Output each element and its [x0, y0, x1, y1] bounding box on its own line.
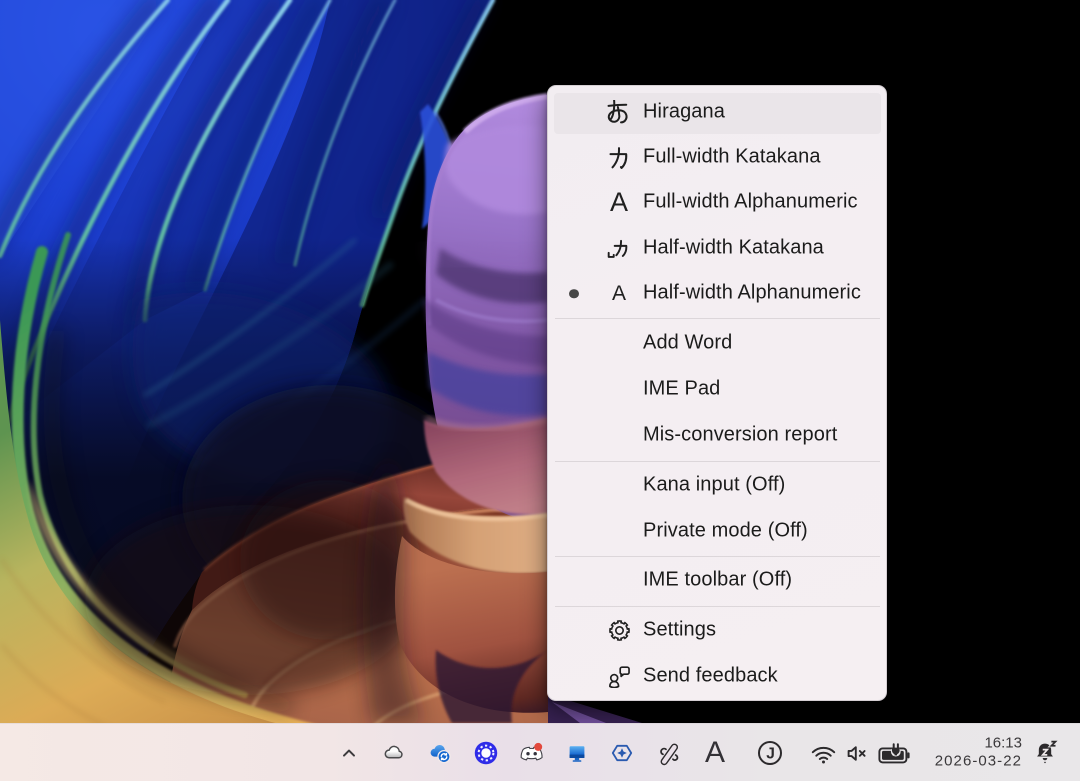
svg-text:J: J	[766, 746, 775, 763]
